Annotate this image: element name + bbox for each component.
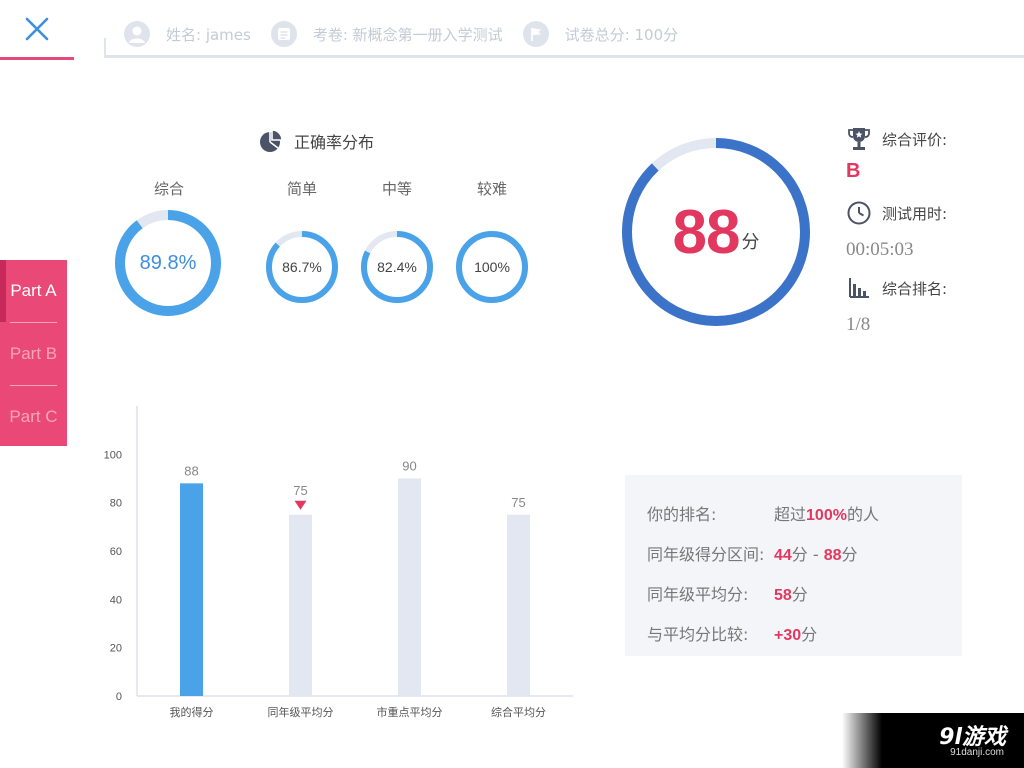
- trophy-icon: [846, 126, 872, 152]
- ranking-highlight-value: +30: [774, 627, 802, 644]
- ranking-panel: 你的排名: 超过100%的人 同年级得分区间: 44分 - 88分 同年级平均分: 58分…: [625, 475, 962, 656]
- rank-row: 综合排名:: [846, 275, 947, 301]
- close-button[interactable]: [0, 0, 74, 60]
- ranking-row-label: 同年级得分区间:: [647, 545, 765, 564]
- y-tick-label: 0: [116, 691, 122, 703]
- ranking-row-value: +30分: [774, 621, 817, 645]
- ranking-row-value: 44分 - 88分: [774, 541, 858, 565]
- x-category-label: 同年级平均分: [268, 705, 334, 719]
- accuracy-label-overall: 综合: [153, 180, 184, 198]
- y-tick-label: 100: [104, 449, 122, 461]
- ranking-value-text: 分 -: [791, 545, 824, 564]
- time-row: 测试用时:: [846, 200, 947, 226]
- bar: [289, 514, 312, 696]
- grade-label: 综合评价:: [882, 130, 948, 149]
- score-comparison-chart: 0 20 40 60 80 100 88 我的得分 75 同年级平均分 90 市重点平均分 75 综合平均…: [104, 406, 573, 719]
- accuracy-value-easy: 86.7%: [282, 259, 322, 275]
- rank-label: 综合排名:: [882, 279, 948, 298]
- paper-name: 考卷: 新概念第一册入学测试: [312, 25, 503, 44]
- ranking-value-text: 分: [801, 625, 818, 644]
- ranking-row-value: 58分: [774, 581, 808, 605]
- part-tabs: Part A Part B Part C: [0, 260, 67, 446]
- total-score-display: 88 分: [622, 138, 810, 326]
- ranking-value-text: 分: [791, 585, 808, 604]
- ranking-value-text: 的人: [846, 505, 879, 524]
- accuracy-label-medium: 中等: [381, 180, 412, 198]
- accuracy-title-text: 正确率分布: [294, 133, 375, 152]
- ranking-highlight-value: 88: [823, 547, 842, 564]
- pie-chart-icon: [260, 129, 283, 152]
- ranking-row: 同年级平均分: 58分: [625, 573, 962, 613]
- bar: [180, 483, 203, 696]
- flag-icon: [522, 21, 549, 47]
- accuracy-label-hard: 较难: [476, 180, 507, 198]
- time-label: 测试用时:: [882, 204, 948, 223]
- y-tick-label: 60: [110, 546, 122, 558]
- accuracy-value-medium: 82.4%: [377, 259, 417, 275]
- x-category-label: 综合平均分: [491, 705, 546, 719]
- score-unit: 分: [741, 232, 760, 253]
- clock-icon: [846, 200, 872, 226]
- header-info: 姓名: james 考卷: 新概念第一册入学测试 试卷总分: 100分: [124, 20, 698, 48]
- ranking-row: 同年级得分区间: 44分 - 88分: [625, 533, 962, 573]
- user-icon: [124, 21, 150, 47]
- rank-value: 1/8: [846, 314, 871, 335]
- ranking-row-label: 同年级平均分:: [647, 585, 749, 604]
- paper-icon: [270, 21, 297, 47]
- bar-value-label: 75: [511, 495, 525, 510]
- bar-chart-icon: [846, 275, 872, 301]
- tab-part-c[interactable]: Part C: [0, 386, 67, 448]
- accuracy-title: 正确率分布: [258, 128, 374, 154]
- watermark-url: 91danji.com: [950, 747, 1004, 758]
- ranking-row: 与平均分比较: +30分: [625, 613, 962, 653]
- student-name: 姓名: james: [166, 25, 251, 44]
- accuracy-label-easy: 简单: [286, 180, 317, 198]
- bar-value-label: 88: [184, 463, 198, 478]
- ranking-value-text: 分: [841, 545, 858, 564]
- accuracy-value-overall: 89.8%: [139, 251, 197, 274]
- marker-triangle-icon: [294, 500, 307, 510]
- bar: [507, 514, 530, 696]
- time-value: 00:05:03: [846, 239, 914, 260]
- ranking-value-text: 超过: [774, 505, 807, 524]
- total-score: 试卷总分: 100分: [564, 25, 679, 44]
- site-watermark: 9l游戏 91danji.com: [842, 713, 1024, 768]
- ranking-row-label: 你的排名:: [647, 505, 717, 524]
- header-divider: [104, 55, 1024, 58]
- ranking-row: 你的排名: 超过100%的人: [625, 493, 962, 533]
- ranking-row-value: 超过100%的人: [774, 501, 879, 525]
- grade-row: 综合评价:: [846, 126, 947, 152]
- y-tick-label: 40: [110, 594, 122, 606]
- score-number: 88: [672, 197, 741, 267]
- y-tick-label: 80: [110, 498, 122, 510]
- tab-part-a[interactable]: Part A: [0, 260, 67, 322]
- ranking-row-label: 与平均分比较:: [647, 625, 749, 644]
- tab-part-b[interactable]: Part B: [0, 323, 67, 385]
- ranking-highlight-value: 58: [774, 587, 792, 604]
- ranking-highlight-value: 100%: [806, 507, 847, 524]
- grade-value: B: [846, 160, 861, 182]
- ranking-highlight-value: 44: [774, 547, 792, 564]
- x-category-label: 市重点平均分: [377, 705, 443, 719]
- bar-value-label: 75: [293, 483, 307, 498]
- close-icon: [25, 17, 49, 40]
- bar: [398, 478, 421, 696]
- bar-value-label: 90: [402, 459, 416, 474]
- x-category-label: 我的得分: [170, 705, 214, 719]
- accuracy-value-hard: 100%: [474, 259, 510, 275]
- y-tick-label: 20: [110, 643, 122, 655]
